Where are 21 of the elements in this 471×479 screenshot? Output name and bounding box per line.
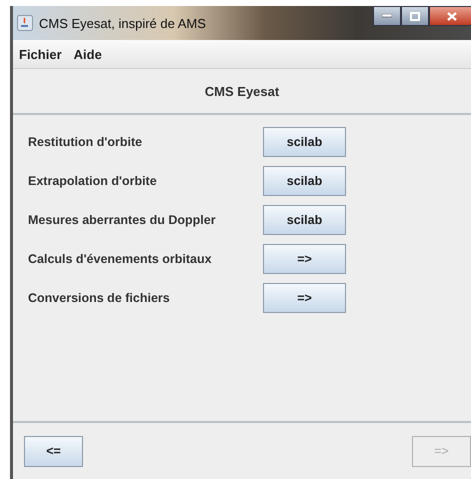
action-button[interactable]: scilab [263,166,346,196]
action-button[interactable]: => [263,283,346,313]
row-label: Calculs d'évenements orbitaux [28,252,213,266]
window-title: CMS Eyesat, inspiré de AMS [39,16,206,30]
menu-item[interactable]: Aide [74,46,102,62]
row-label: Mesures aberrantes du Doppler [28,213,217,227]
row-label: Conversions de fichiers [28,291,171,305]
action-button[interactable]: scilab [263,205,346,235]
back-button[interactable]: <= [24,436,83,466]
row-label: Restitution d'orbite [28,135,144,149]
close-icon [447,12,457,20]
panel-title: CMS Eyesat [204,84,280,98]
maximize-button[interactable] [401,6,429,26]
action-button[interactable]: scilab [263,127,346,157]
menu-item[interactable]: Fichier [19,46,62,62]
minimize-icon [382,14,392,18]
minimize-button[interactable] [373,6,401,26]
row-label: Extrapolation d'orbite [28,174,158,188]
close-button[interactable] [429,6,471,26]
action-button[interactable]: => [263,244,346,274]
maximize-icon [410,12,420,20]
